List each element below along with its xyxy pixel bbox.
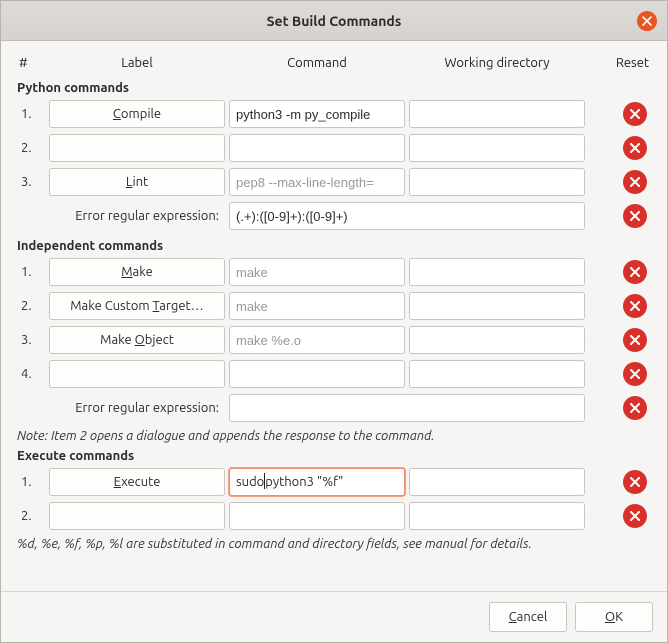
- window-close-button[interactable]: [637, 11, 657, 31]
- regex-label: Error regular expression:: [17, 209, 227, 223]
- reset-button[interactable]: [623, 260, 647, 284]
- reset-button[interactable]: [623, 362, 647, 386]
- reset-button[interactable]: [623, 294, 647, 318]
- label-button-empty[interactable]: [49, 134, 225, 162]
- regex-input[interactable]: [229, 202, 585, 230]
- independent-note: Note: Item 2 opens a dialogue and append…: [17, 429, 651, 443]
- header-reset: Reset: [587, 56, 651, 70]
- cmd-text-post: python3 "%f": [265, 475, 343, 489]
- command-input[interactable]: [229, 258, 405, 286]
- row-number: 1.: [17, 107, 47, 121]
- x-icon: [630, 143, 640, 153]
- x-icon: [630, 301, 640, 311]
- workdir-input[interactable]: [409, 502, 585, 530]
- workdir-input[interactable]: [409, 360, 585, 388]
- x-icon: [630, 267, 640, 277]
- label-button-empty[interactable]: [49, 360, 225, 388]
- workdir-input[interactable]: [409, 134, 585, 162]
- reset-button[interactable]: [623, 136, 647, 160]
- window-title: Set Build Commands: [267, 13, 402, 29]
- execute-row-1: 1. Execute sudo python3 "%f": [17, 465, 651, 499]
- section-title-execute: Execute commands: [17, 449, 651, 463]
- substitution-note: %d, %e, %f, %p, %l are substituted in co…: [17, 537, 651, 551]
- row-number: 1.: [17, 475, 47, 489]
- independent-row-3: 3. Make Object: [17, 323, 651, 357]
- reset-button[interactable]: [623, 396, 647, 420]
- row-number: 4.: [17, 367, 47, 381]
- command-input-focused[interactable]: sudo python3 "%f": [229, 468, 405, 496]
- row-number: 2.: [17, 141, 47, 155]
- label-button-execute[interactable]: Execute: [49, 468, 225, 496]
- workdir-input[interactable]: [409, 168, 585, 196]
- workdir-input[interactable]: [409, 326, 585, 354]
- reset-button[interactable]: [623, 504, 647, 528]
- reset-button[interactable]: [623, 470, 647, 494]
- command-input[interactable]: [229, 134, 405, 162]
- header-working-directory: Working directory: [407, 56, 587, 70]
- command-input[interactable]: [229, 360, 405, 388]
- reset-button[interactable]: [623, 102, 647, 126]
- independent-row-1: 1. Make: [17, 255, 651, 289]
- python-regex-row: Error regular expression:: [17, 199, 651, 233]
- titlebar: Set Build Commands: [1, 1, 667, 41]
- cmd-text-pre: sudo: [236, 475, 264, 489]
- column-headers: # Label Command Working directory Reset: [17, 51, 651, 75]
- header-command: Command: [227, 56, 407, 70]
- independent-row-2: 2. Make Custom Target…: [17, 289, 651, 323]
- text-caret: [264, 473, 265, 489]
- workdir-input[interactable]: [409, 100, 585, 128]
- command-input[interactable]: [229, 100, 405, 128]
- close-icon: [642, 16, 652, 26]
- dialog-content: # Label Command Working directory Reset …: [1, 41, 667, 591]
- label-button-make[interactable]: Make: [49, 258, 225, 286]
- row-number: 2.: [17, 299, 47, 313]
- dialog-footer: Cancel OK: [1, 591, 667, 642]
- label-button-lint[interactable]: Lint: [49, 168, 225, 196]
- independent-row-4: 4.: [17, 357, 651, 391]
- python-row-1: 1. Compile: [17, 97, 651, 131]
- workdir-input[interactable]: [409, 468, 585, 496]
- regex-input[interactable]: [229, 394, 585, 422]
- row-number: 2.: [17, 509, 47, 523]
- x-icon: [630, 369, 640, 379]
- header-label: Label: [47, 56, 227, 70]
- row-number: 3.: [17, 175, 47, 189]
- independent-regex-row: Error regular expression:: [17, 391, 651, 425]
- x-icon: [630, 211, 640, 221]
- reset-button[interactable]: [623, 328, 647, 352]
- command-input[interactable]: [229, 292, 405, 320]
- cancel-button[interactable]: Cancel: [489, 602, 567, 632]
- workdir-input[interactable]: [409, 292, 585, 320]
- command-input[interactable]: [229, 326, 405, 354]
- row-number: 3.: [17, 333, 47, 347]
- regex-label: Error regular expression:: [17, 401, 227, 415]
- label-button-make-custom-target[interactable]: Make Custom Target…: [49, 292, 225, 320]
- python-row-3: 3. Lint: [17, 165, 651, 199]
- label-button-empty[interactable]: [49, 502, 225, 530]
- x-icon: [630, 511, 640, 521]
- command-input[interactable]: [229, 502, 405, 530]
- reset-button[interactable]: [623, 204, 647, 228]
- row-number: 1.: [17, 265, 47, 279]
- x-icon: [630, 109, 640, 119]
- x-icon: [630, 477, 640, 487]
- ok-button[interactable]: OK: [575, 602, 653, 632]
- label-button-compile[interactable]: Compile: [49, 100, 225, 128]
- header-number: #: [17, 56, 47, 70]
- section-title-python: Python commands: [17, 81, 651, 95]
- workdir-input[interactable]: [409, 258, 585, 286]
- x-icon: [630, 177, 640, 187]
- execute-row-2: 2.: [17, 499, 651, 533]
- x-icon: [630, 335, 640, 345]
- section-title-independent: Independent commands: [17, 239, 651, 253]
- reset-button[interactable]: [623, 170, 647, 194]
- label-button-make-object[interactable]: Make Object: [49, 326, 225, 354]
- dialog-window: Set Build Commands # Label Command Worki…: [0, 0, 668, 643]
- python-row-2: 2.: [17, 131, 651, 165]
- command-input[interactable]: [229, 168, 405, 196]
- x-icon: [630, 403, 640, 413]
